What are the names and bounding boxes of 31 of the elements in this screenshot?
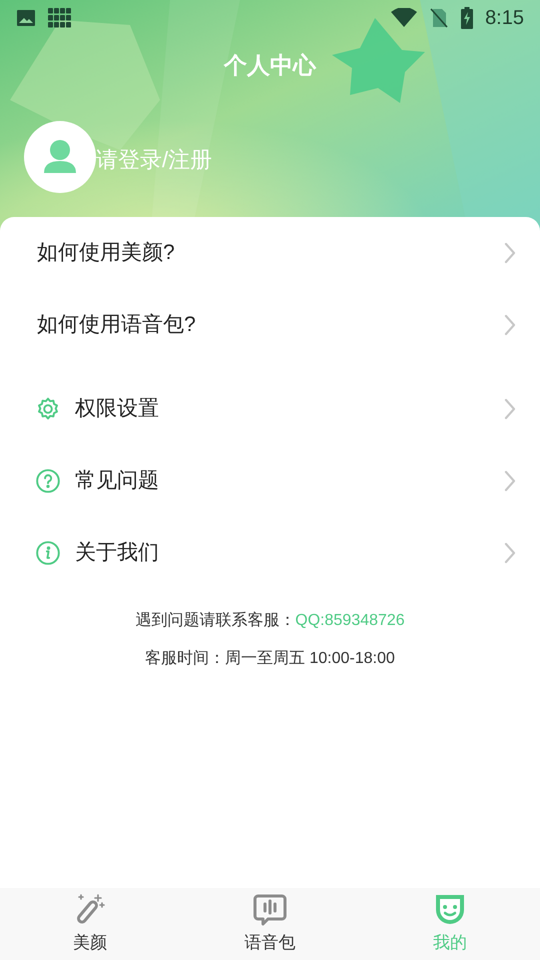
nav-tab[interactable]: 美颜 (0, 888, 180, 960)
chevron-right-icon (504, 398, 516, 420)
chevron-right-icon (504, 314, 516, 336)
chevron-right-icon (504, 242, 516, 264)
voice-message-icon (252, 892, 288, 928)
status-time: 8:15 (485, 6, 524, 31)
menu-label: 如何使用语音包? (37, 312, 197, 338)
contact-text: 遇到问题请联系客服： (135, 610, 296, 631)
chevron-right-icon (504, 470, 516, 492)
question-circle-icon (35, 468, 61, 494)
menu-label: 关于我们 (75, 540, 160, 566)
service-hours: 客服时间：周一至周五 10:00-18:00 (145, 648, 395, 669)
menu-row[interactable]: 如何使用语音包? (0, 289, 540, 361)
chevron-right-icon (504, 542, 516, 564)
menu-row[interactable]: 权限设置 (0, 373, 540, 445)
menu-label: 权限设置 (75, 396, 160, 422)
menu-row[interactable]: 如何使用美颜? (0, 217, 540, 289)
battery-charging-icon (461, 7, 474, 29)
menu-row[interactable]: 关于我们 (0, 517, 540, 589)
image-icon (16, 8, 36, 28)
no-sim-icon (429, 8, 450, 28)
menu-label: 如何使用美颜? (37, 240, 176, 266)
gear-icon (35, 396, 61, 422)
person-icon (43, 139, 77, 175)
menu-row[interactable]: 常见问题 (0, 445, 540, 517)
wifi-icon (391, 8, 418, 28)
nav-tab[interactable]: 语音包 (180, 888, 360, 960)
grid-icon (48, 8, 72, 28)
info-circle-icon (35, 540, 61, 566)
page-title: 个人中心 (224, 50, 316, 80)
menu-label: 常见问题 (75, 468, 160, 494)
